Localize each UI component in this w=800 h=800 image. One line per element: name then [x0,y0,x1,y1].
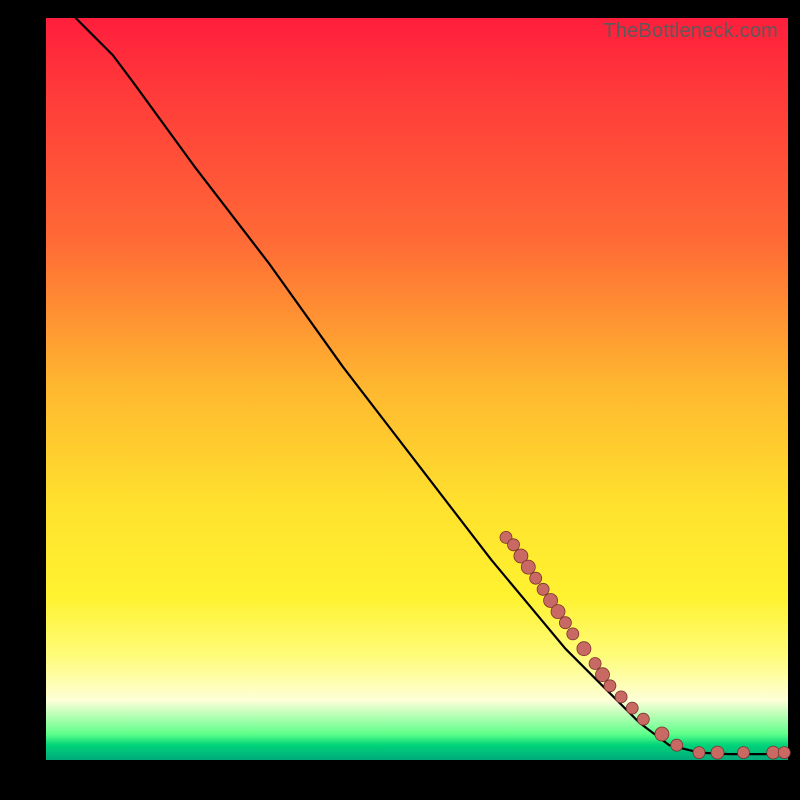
marker-dot [778,747,790,759]
marker-group [500,531,790,759]
plot-area: TheBottleneck.com [46,18,788,760]
marker-dot [626,702,638,714]
marker-dot [637,713,649,725]
marker-dot [693,747,705,759]
marker-dot [615,691,627,703]
marker-dot [711,746,724,759]
marker-dot [596,668,610,682]
marker-dot [559,617,571,629]
marker-dot [671,739,683,751]
marker-dot [604,680,616,692]
marker-dot [738,747,750,759]
chart-overlay [46,18,788,760]
bottleneck-curve [76,18,788,754]
marker-dot [508,539,520,551]
marker-dot [655,727,669,741]
marker-dot [551,605,565,619]
marker-dot [567,628,579,640]
marker-dot [589,658,601,670]
marker-dot [537,583,549,595]
marker-dot [577,642,591,656]
marker-dot [530,572,542,584]
chart-frame: TheBottleneck.com [0,0,800,800]
marker-dot [521,560,535,574]
marker-dot [767,746,780,759]
